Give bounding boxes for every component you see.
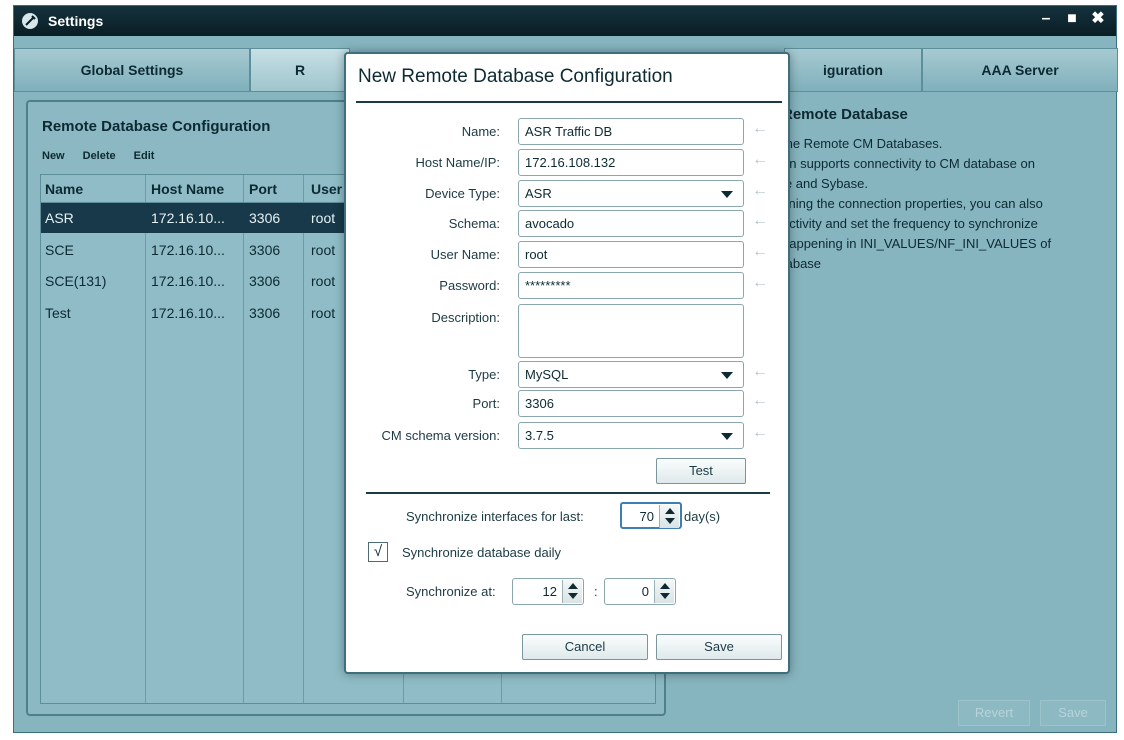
- cell-host: 172.16.10...: [151, 210, 225, 226]
- sync-daily-checkbox[interactable]: √: [368, 542, 388, 562]
- edit-button[interactable]: Edit: [134, 150, 155, 162]
- settings-save-button[interactable]: Save: [1040, 700, 1106, 726]
- description-line: the Remote CM Databases.: [782, 136, 943, 151]
- remote-db-description: the Remote CM Databases. on supports con…: [782, 134, 1112, 274]
- arrow-left-icon: ←: [752, 243, 768, 260]
- host-label: Host Name/IP:: [415, 155, 500, 170]
- description-line: ectivity and set the frequency to synchr…: [782, 216, 1038, 231]
- test-button[interactable]: Test: [656, 458, 746, 484]
- type-select[interactable]: MySQL: [518, 361, 744, 388]
- sync-minute-value: 0: [641, 584, 649, 599]
- arrow-left-icon: ←: [752, 120, 768, 137]
- cell-name: SCE: [45, 242, 74, 258]
- schema-label: Schema:: [448, 216, 500, 231]
- port-field[interactable]: 3306: [518, 390, 744, 417]
- cell-port: 3306: [249, 273, 281, 289]
- cell-user: root: [311, 305, 336, 321]
- arrow-left-icon: ←: [752, 392, 768, 409]
- description-textarea[interactable]: [518, 304, 744, 358]
- panel-toolbar: New Delete Edit: [42, 150, 154, 162]
- cell-port: 3306: [249, 242, 281, 258]
- sync-at-label: Synchronize at:: [406, 584, 496, 599]
- cell-user: root: [311, 273, 336, 289]
- tab-configuration[interactable]: iguration: [784, 48, 922, 92]
- cm-schema-label: CM schema version:: [381, 428, 500, 443]
- schema-field[interactable]: avocado: [518, 210, 744, 237]
- description-label: Description:: [431, 310, 500, 325]
- column-header-name[interactable]: Name: [45, 181, 83, 197]
- cell-port: 3306: [249, 210, 281, 226]
- save-button[interactable]: Save: [656, 634, 782, 660]
- dialog-section-divider: [366, 492, 770, 494]
- arrow-left-icon: ←: [752, 212, 768, 229]
- column-header-host[interactable]: Host Name: [151, 181, 224, 197]
- stepper-arrows-icon[interactable]: [659, 505, 679, 528]
- sync-days-value: 70: [639, 509, 654, 524]
- cell-name: Test: [45, 305, 71, 321]
- column-header-user[interactable]: User: [311, 181, 342, 197]
- cell-user: root: [311, 210, 336, 226]
- days-unit-label: day(s): [684, 509, 721, 524]
- type-label: Type:: [468, 367, 500, 382]
- sync-hour-stepper[interactable]: 12: [512, 578, 584, 605]
- title-bar: Settings – ■ ✖: [14, 6, 1116, 36]
- cell-host: 172.16.10...: [151, 273, 225, 289]
- cm-schema-select[interactable]: 3.7.5: [518, 422, 744, 449]
- tab-remote-database[interactable]: R: [250, 48, 350, 92]
- maximize-icon[interactable]: ■: [1064, 10, 1080, 28]
- host-field[interactable]: 172.16.108.132: [518, 149, 744, 176]
- arrow-left-icon: ←: [752, 151, 768, 168]
- user-name-field[interactable]: root: [518, 241, 744, 268]
- arrow-left-icon: ←: [752, 274, 768, 291]
- arrow-left-icon: ←: [752, 424, 768, 441]
- device-type-label: Device Type:: [425, 186, 500, 201]
- sync-interfaces-label: Synchronize interfaces for last:: [406, 509, 584, 524]
- remote-db-heading: Remote Database: [782, 106, 908, 123]
- panel-title: Remote Database Configuration: [42, 118, 271, 135]
- password-field[interactable]: *********: [518, 272, 744, 299]
- sync-hour-value: 12: [542, 584, 557, 599]
- cell-name: ASR: [45, 210, 74, 226]
- description-line: le and Sybase.: [782, 176, 869, 191]
- cell-host: 172.16.10...: [151, 242, 225, 258]
- port-label: Port:: [472, 396, 500, 411]
- stepper-arrows-icon[interactable]: [654, 580, 674, 603]
- window-title: Settings: [48, 13, 104, 29]
- dialog-title: New Remote Database Configuration: [358, 66, 673, 87]
- arrow-left-icon: ←: [752, 182, 768, 199]
- minimize-icon[interactable]: –: [1038, 10, 1054, 28]
- user-name-label: User Name:: [430, 247, 500, 262]
- delete-button[interactable]: Delete: [83, 150, 116, 162]
- description-line: fining the connection properties, you ca…: [782, 196, 1043, 211]
- cell-host: 172.16.10...: [151, 305, 225, 321]
- sync-minute-stepper[interactable]: 0: [604, 578, 676, 605]
- stepper-arrows-icon[interactable]: [562, 580, 582, 603]
- column-header-port[interactable]: Port: [249, 181, 277, 197]
- cell-user: root: [311, 242, 336, 258]
- description-line: happening in INI_VALUES/NF_INI_VALUES of: [782, 236, 1052, 251]
- cell-port: 3306: [249, 305, 281, 321]
- tab-aaa-server[interactable]: AAA Server: [922, 48, 1118, 92]
- time-separator: :: [594, 584, 598, 599]
- close-icon[interactable]: ✖: [1090, 10, 1106, 28]
- wrench-icon: [22, 13, 38, 29]
- sync-daily-label: Synchronize database daily: [402, 545, 561, 560]
- cancel-button[interactable]: Cancel: [522, 634, 648, 660]
- tab-global-settings[interactable]: Global Settings: [14, 48, 250, 92]
- password-label: Password:: [439, 278, 500, 293]
- description-line: tabase: [782, 256, 822, 271]
- description-line: on supports connectivity to CM database …: [782, 156, 1035, 171]
- arrow-left-icon: ←: [752, 363, 768, 380]
- new-remote-db-dialog: New Remote Database Configuration Name: …: [344, 52, 790, 674]
- cell-name: SCE(131): [45, 273, 107, 289]
- revert-button[interactable]: Revert: [958, 700, 1030, 726]
- dialog-divider: [356, 101, 782, 103]
- sync-days-stepper[interactable]: 70: [620, 502, 682, 529]
- new-button[interactable]: New: [42, 150, 65, 162]
- device-type-select[interactable]: ASR: [518, 180, 744, 207]
- name-label: Name:: [461, 124, 500, 139]
- name-field[interactable]: ASR Traffic DB: [518, 118, 744, 145]
